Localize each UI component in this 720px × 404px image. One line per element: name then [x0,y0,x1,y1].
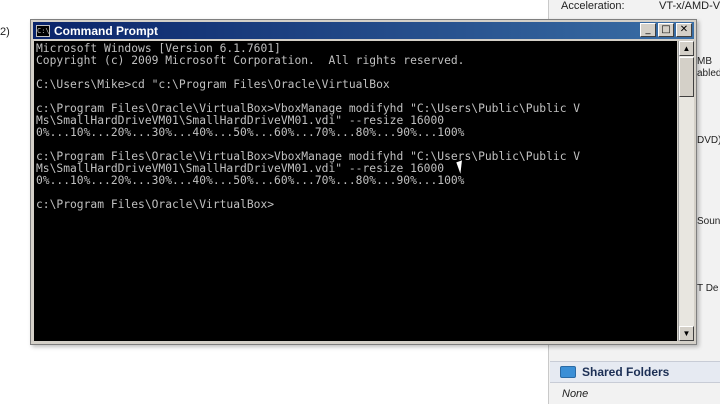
shared-folders-header[interactable]: Shared Folders [550,361,720,383]
acceleration-label: Acceleration: [561,0,625,12]
shared-folders-title: Shared Folders [582,365,670,379]
minimize-button[interactable]: _ [640,23,656,37]
window-titlebar[interactable]: C:\ Command Prompt _ □ ✕ [33,22,694,39]
close-button[interactable]: ✕ [676,23,692,37]
scroll-up-button[interactable]: ▲ [679,41,694,56]
maximize-button[interactable]: □ [658,23,674,37]
details-fragment-dvd: DVD) [697,135,720,146]
shared-folders-value: None [562,388,589,400]
folder-icon [560,366,576,378]
details-fragment-mb: MB [697,56,712,67]
scrollbar-thumb[interactable] [679,57,694,97]
acceleration-value: VT-x/AMD-V, Neste [659,0,720,12]
vertical-scrollbar[interactable]: ▲ ▼ [678,41,694,341]
window-controls: _ □ ✕ [640,23,692,37]
details-fragment-device: T De [697,283,719,294]
console-line: 0%...10%...20%...30%...40%...50%...60%..… [36,174,465,187]
console-line: C:\Users\Mike>cd "c:\Program Files\Oracl… [36,78,390,91]
command-prompt-window: C:\ Command Prompt _ □ ✕ Microsoft Windo… [30,19,697,345]
details-fragment-enabled: abled [697,68,720,79]
background-left-fragment: 2) [0,26,10,38]
details-fragment-sound: Sound [697,216,720,227]
scroll-down-button[interactable]: ▼ [679,326,694,341]
console-line: Copyright (c) 2009 Microsoft Corporation… [36,54,465,67]
window-title: Command Prompt [54,23,159,38]
console-prompt-line: c:\Program Files\Oracle\VirtualBox> [36,198,275,211]
console-output[interactable]: Microsoft Windows [Version 6.1.7601] Cop… [34,41,677,341]
console-line: 0%...10%...20%...30%...40%...50%...60%..… [36,126,465,139]
console-app-icon: C:\ [36,24,50,37]
